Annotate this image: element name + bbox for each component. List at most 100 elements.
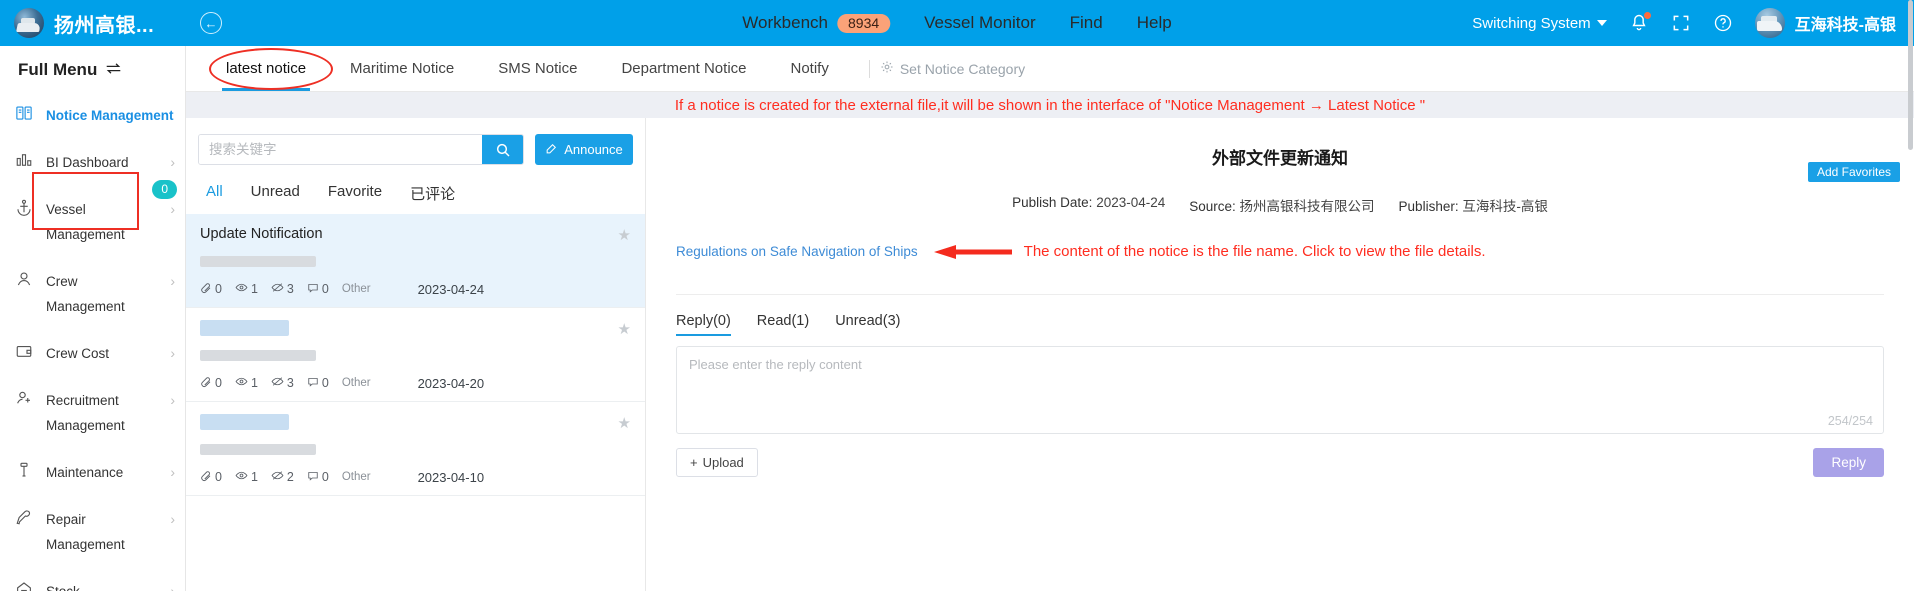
favorite-star-icon[interactable]: ★ <box>618 414 631 432</box>
attachment-count-value: 0 <box>215 376 222 390</box>
tab-sms-notice[interactable]: SMS Notice <box>476 46 599 91</box>
wallet-icon <box>15 342 34 363</box>
brand: 扬州高银... <box>0 8 186 38</box>
read-count: 1 <box>235 281 258 297</box>
notice-meta: 0 1 <box>200 469 631 485</box>
reply-button[interactable]: Reply <box>1813 448 1884 477</box>
read-count-value: 1 <box>250 376 258 390</box>
source: Source: 扬州高银科技有限公司 <box>1189 195 1374 215</box>
nav-item-help[interactable]: Help <box>1137 13 1172 33</box>
swap-arrows-icon[interactable] <box>105 60 122 80</box>
notice-subtitle-redacted <box>200 444 316 455</box>
filter-favorite[interactable]: Favorite <box>328 183 382 204</box>
back-arrow-icon[interactable]: ← <box>200 12 222 34</box>
detail-actions: + Upload Reply <box>676 448 1884 477</box>
chevron-right-icon: › <box>170 511 175 527</box>
list-item[interactable]: 0 1 <box>186 308 645 402</box>
favorite-star-icon[interactable]: ★ <box>618 320 631 338</box>
tab-latest-notice[interactable]: latest notice <box>204 46 328 91</box>
sidebar-item-label: Recruitment Management <box>46 393 125 433</box>
chevron-right-icon: › <box>170 583 175 591</box>
nav-label-workbench: Workbench <box>742 13 828 32</box>
user-area[interactable]: 互海科技-高银 <box>1754 8 1896 38</box>
person-icon <box>15 270 34 291</box>
chevron-down-icon <box>1596 20 1607 26</box>
tab-read[interactable]: Read(1) <box>757 313 809 336</box>
sidebar-item-stock-management[interactable]: Stock Management › <box>0 568 185 591</box>
sidebar-item-label: Crew Management <box>46 274 125 314</box>
annotation-banner-text: If a notice is created for the external … <box>674 96 1426 114</box>
tab-reply[interactable]: Reply(0) <box>676 313 731 336</box>
nav-item-workbench[interactable]: Workbench 8934 <box>742 13 891 33</box>
sidebar-item-recruitment-management[interactable]: Recruitment Management › <box>0 377 185 449</box>
comment-count-value: 0 <box>321 282 329 296</box>
nav-label-vessel-monitor: Vessel Monitor <box>924 13 1036 32</box>
notice-detail-pane: Add Favorites 外部文件更新通知 Publish Date: 202… <box>646 118 1914 591</box>
brand-name: 扬州高银... <box>54 14 155 37</box>
attachment-count: 0 <box>200 282 222 297</box>
announce-label: Announce <box>564 142 623 157</box>
comment-icon <box>307 470 319 485</box>
add-favorites-button[interactable]: Add Favorites <box>1807 162 1900 182</box>
bell-icon[interactable] <box>1629 12 1651 33</box>
notification-dot <box>1643 12 1651 19</box>
nav-item-vessel-monitor[interactable]: Vessel Monitor <box>924 13 1036 33</box>
chart-icon <box>15 151 34 172</box>
comment-icon <box>307 376 319 391</box>
attachment-count-value: 0 <box>215 282 222 296</box>
eye-off-icon <box>271 375 284 391</box>
list-item[interactable]: Update Notification 0 1 3 0 Other 2023-0… <box>186 214 645 308</box>
detail-divider <box>676 294 1884 295</box>
notice-title <box>200 414 289 430</box>
sidebar-item-maintenance[interactable]: Maintenance › <box>0 449 185 496</box>
filter-unread[interactable]: Unread <box>251 183 300 204</box>
switching-system-button[interactable]: Switching System <box>1472 15 1607 32</box>
full-menu-header[interactable]: Full Menu <box>0 46 185 92</box>
notice-date: 2023-04-10 <box>417 469 485 485</box>
filter-all[interactable]: All <box>206 183 223 204</box>
fullscreen-icon[interactable] <box>1671 13 1691 33</box>
sidebar-item-notice-management[interactable]: Notice Management <box>0 92 185 139</box>
search-icon[interactable] <box>482 135 523 164</box>
sidebar-item-label: Maintenance <box>46 465 124 480</box>
tab-unread[interactable]: Unread(3) <box>835 313 900 336</box>
notice-detail-title: 外部文件更新通知 <box>1212 149 1348 168</box>
sidebar-item-bi-dashboard[interactable]: BI Dashboard › <box>0 139 185 186</box>
notice-category: Other <box>341 471 371 483</box>
favorite-star-icon[interactable]: ★ <box>618 226 631 244</box>
notice-subtitle-redacted <box>200 256 316 267</box>
file-link[interactable]: Regulations on Safe Navigation of Ships <box>676 244 918 259</box>
upload-button[interactable]: + Upload <box>676 448 758 477</box>
nav-item-find[interactable]: Find <box>1070 13 1103 33</box>
content-area: latest notice Maritime Notice SMS Notice… <box>186 0 1914 591</box>
sidebar: Full Menu Notice Management BI Dashboard… <box>0 46 186 591</box>
notice-count-badge: 0 <box>152 180 177 199</box>
read-count: 1 <box>235 375 258 391</box>
notice-meta: 0 1 <box>200 281 631 297</box>
tab-department-notice[interactable]: Department Notice <box>599 46 768 91</box>
chevron-right-icon: › <box>170 345 175 361</box>
tab-maritime-notice[interactable]: Maritime Notice <box>328 46 476 91</box>
sidebar-item-crew-cost[interactable]: Crew Cost › <box>0 330 185 377</box>
comment-count-value: 0 <box>321 470 329 484</box>
set-notice-category-button[interactable]: Set Notice Category <box>880 60 1025 77</box>
list-item[interactable]: 0 1 <box>186 402 645 496</box>
sidebar-item-crew-management[interactable]: Crew Management › <box>0 258 185 330</box>
plus-icon: + <box>690 455 698 470</box>
nav-label-find: Find <box>1069 13 1103 32</box>
sidebar-item-repair-management[interactable]: Repair Management › <box>0 496 185 568</box>
attachment-count-value: 0 <box>215 470 222 484</box>
search-input[interactable] <box>199 135 482 164</box>
tab-notify[interactable]: Notify <box>769 46 851 91</box>
split-panes: Announce All Unread Favorite 已评论 Update … <box>186 0 1914 591</box>
reply-textarea[interactable]: Please enter the reply content 254/254 <box>676 346 1884 434</box>
notice-category: Other <box>341 283 371 295</box>
sidebar-item-label: Repair Management <box>46 512 125 552</box>
help-icon[interactable] <box>1713 13 1733 33</box>
filter-commented[interactable]: 已评论 <box>410 183 455 204</box>
read-count-value: 1 <box>250 470 258 484</box>
eye-icon <box>235 469 248 485</box>
publisher-value: 互海科技-高银 <box>1462 199 1548 214</box>
unread-count-value: 3 <box>286 376 294 390</box>
announce-button[interactable]: Announce <box>535 134 633 165</box>
